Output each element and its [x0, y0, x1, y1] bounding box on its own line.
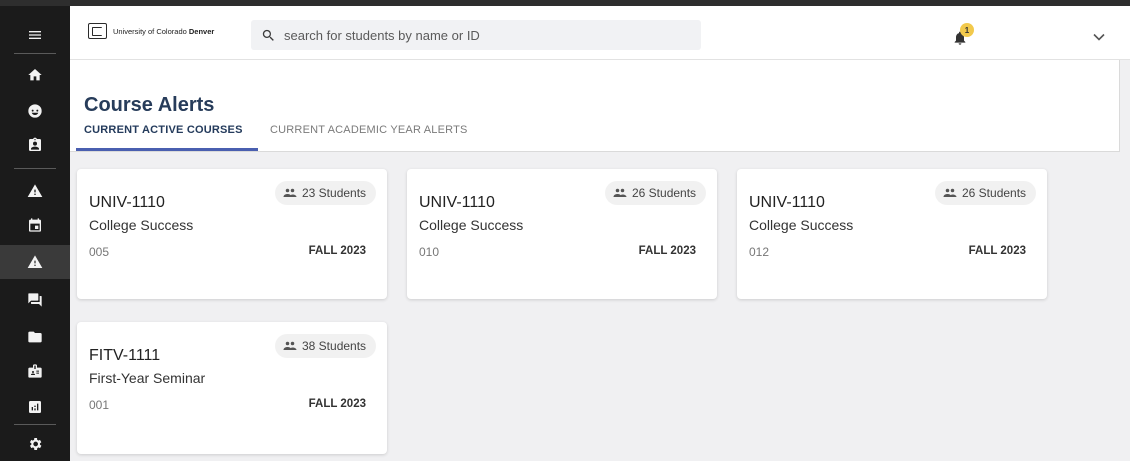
warning-icon	[27, 255, 43, 268]
course-name: First-Year Seminar	[89, 370, 206, 386]
sidebar-item-reports[interactable]	[0, 390, 70, 424]
student-count-chip[interactable]: 23 Students	[275, 181, 377, 205]
course-card[interactable]: FITV-1111 First-Year Seminar 001 FALL 20…	[77, 322, 387, 454]
course-card[interactable]: UNIV-1110 College Success 010 FALL 2023 …	[407, 169, 717, 299]
student-count-chip[interactable]: 26 Students	[935, 181, 1037, 205]
search-icon	[262, 29, 274, 41]
student-count-chip[interactable]: 26 Students	[605, 181, 707, 205]
course-name: College Success	[749, 217, 854, 233]
active-tab-indicator	[76, 148, 258, 151]
page-header-panel: Course Alerts CURRENT ACTIVE COURSES CUR…	[70, 60, 1120, 152]
forum-icon	[28, 293, 42, 307]
assignment-ind-icon	[29, 137, 41, 151]
people-icon	[943, 188, 957, 197]
people-icon	[283, 188, 297, 197]
menu-icon	[29, 31, 41, 39]
course-term: FALL 2023	[308, 398, 366, 410]
student-count: 23 Students	[302, 186, 367, 200]
analytics-icon	[29, 401, 41, 413]
cu-logo-icon	[88, 23, 107, 39]
student-count: 26 Students	[632, 186, 697, 200]
sidebar-item-roster[interactable]	[0, 354, 70, 388]
sidebar-item-students[interactable]	[0, 94, 70, 128]
sidebar-item-alerts[interactable]	[0, 174, 70, 208]
sidebar-item-files[interactable]	[0, 320, 70, 354]
face-icon	[28, 104, 42, 118]
sidebar-item-calendar[interactable]	[0, 208, 70, 242]
course-code: FITV-1111	[89, 347, 161, 364]
account-menu-toggle[interactable]	[1092, 29, 1106, 41]
university-logo[interactable]: University of Colorado Denver	[88, 23, 214, 39]
course-code: UNIV-1110	[89, 194, 165, 211]
course-card[interactable]: UNIV-1110 College Success 012 FALL 2023 …	[737, 169, 1047, 299]
sidebar-divider	[14, 53, 56, 54]
sidebar-divider	[14, 168, 56, 169]
menu-button[interactable]	[0, 18, 70, 52]
tab-current-academic-year-alerts[interactable]: CURRENT ACADEMIC YEAR ALERTS	[270, 124, 468, 150]
course-section: 010	[419, 245, 440, 259]
logo-text: University of Colorado Denver	[113, 26, 215, 36]
student-count: 26 Students	[962, 186, 1027, 200]
course-name: College Success	[89, 217, 194, 233]
course-code: UNIV-1110	[419, 194, 495, 211]
sidebar-divider	[14, 424, 56, 425]
badge-icon	[28, 364, 42, 378]
course-name: College Success	[419, 217, 524, 233]
warning-icon	[27, 184, 43, 197]
sidebar-item-messages[interactable]	[0, 283, 70, 317]
chevron-down-icon	[1093, 33, 1105, 41]
home-icon	[28, 69, 42, 81]
top-header: University of Colorado Denver 1	[70, 6, 1130, 60]
tab-current-active-courses[interactable]: CURRENT ACTIVE COURSES	[84, 124, 243, 150]
page-title: Course Alerts	[84, 94, 215, 116]
people-icon	[283, 341, 297, 350]
sidebar-item-course-alerts[interactable]	[0, 245, 70, 279]
sidebar-item-home[interactable]	[0, 58, 70, 92]
sidebar-item-assignments[interactable]	[0, 128, 70, 162]
search-box	[251, 20, 701, 50]
course-term: FALL 2023	[308, 245, 366, 257]
calendar-icon	[29, 218, 41, 232]
sidebar	[0, 6, 70, 461]
notifications-button[interactable]: 1	[952, 23, 982, 51]
course-section: 001	[89, 398, 110, 412]
search-input[interactable]	[284, 27, 684, 43]
student-count-chip[interactable]: 38 Students	[275, 334, 377, 358]
course-term: FALL 2023	[638, 245, 696, 257]
course-term: FALL 2023	[968, 245, 1026, 257]
notification-badge: 1	[960, 23, 974, 37]
gear-icon	[29, 438, 42, 450]
sidebar-item-settings[interactable]	[0, 427, 70, 461]
course-card[interactable]: UNIV-1110 College Success 005 FALL 2023 …	[77, 169, 387, 299]
people-icon	[613, 188, 627, 197]
folder-icon	[28, 331, 42, 343]
course-section: 005	[89, 245, 110, 259]
course-section: 012	[749, 245, 770, 259]
student-count: 38 Students	[302, 339, 367, 353]
course-code: UNIV-1110	[749, 194, 825, 211]
